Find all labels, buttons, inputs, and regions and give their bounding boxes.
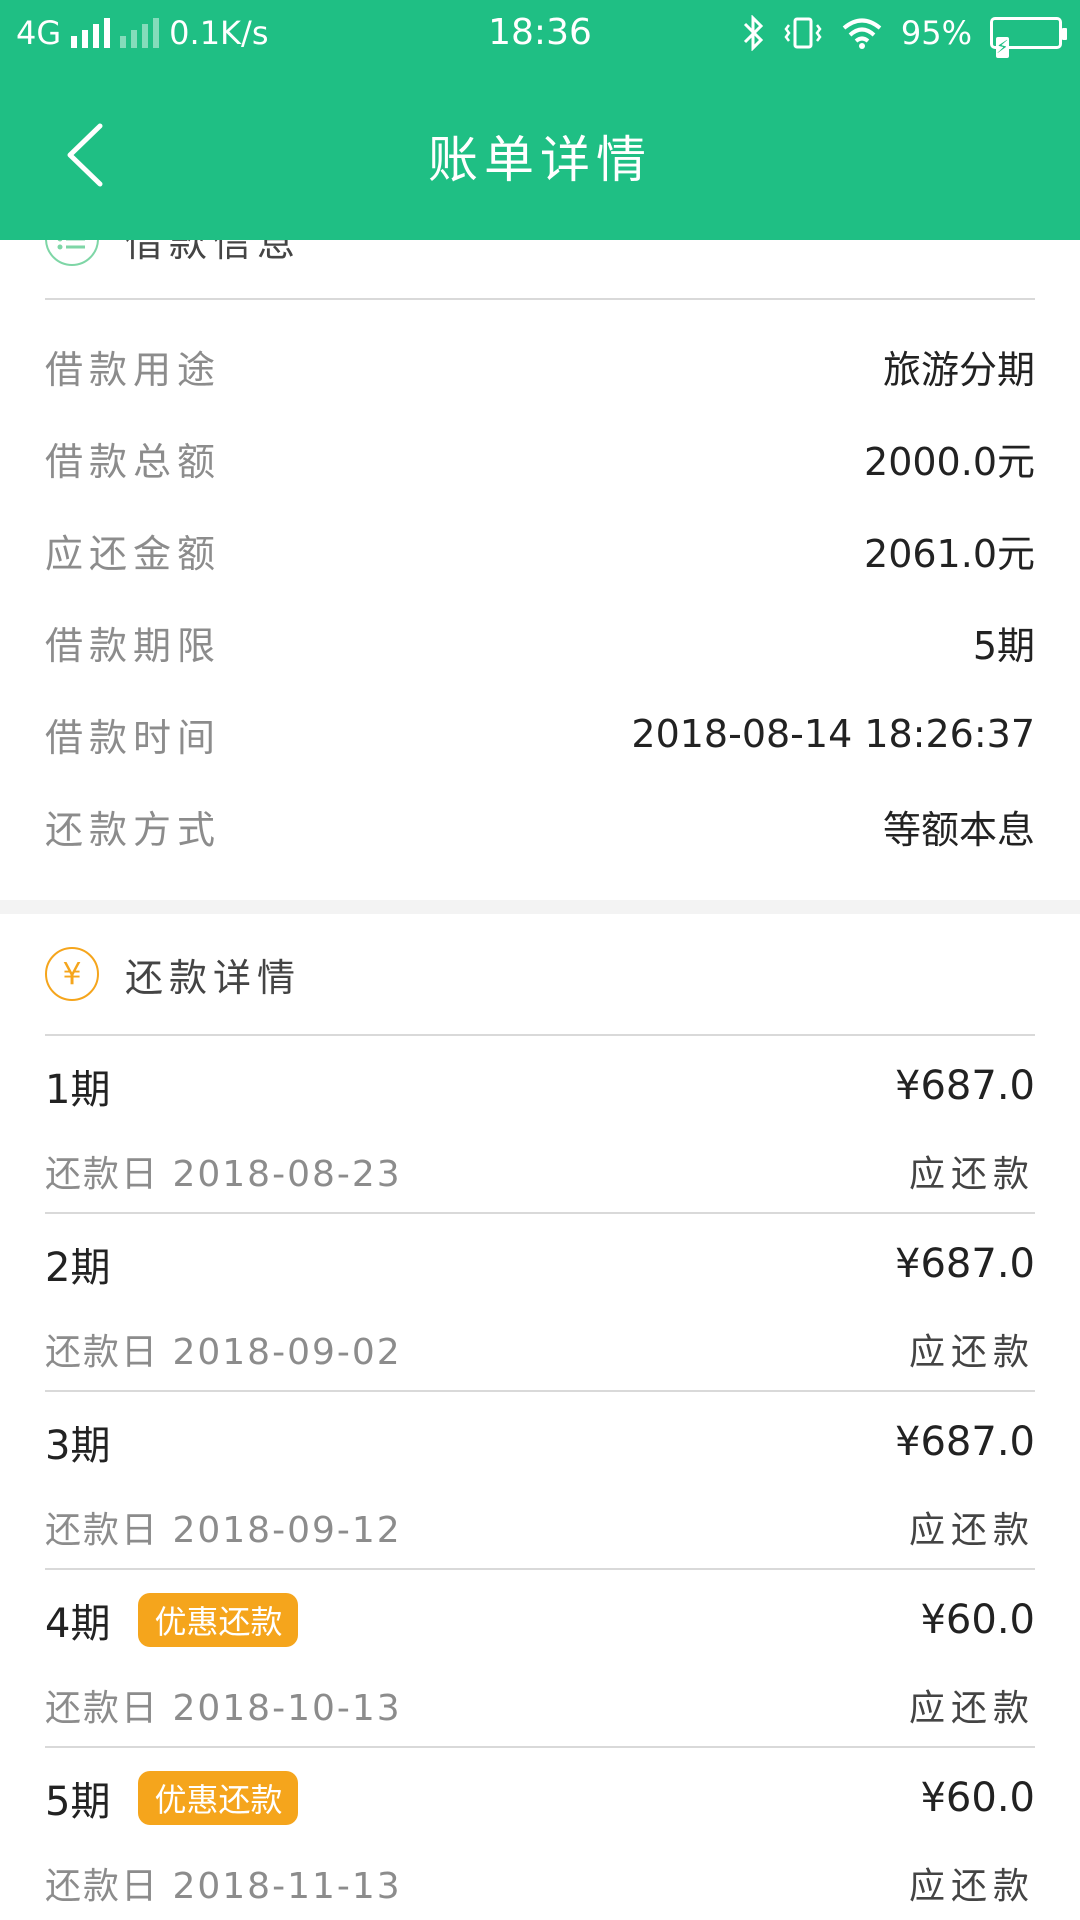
info-row-time: 借款时间 2018-08-14 18:26:37 (45, 688, 1035, 780)
info-label: 还款方式 (45, 807, 222, 852)
vibrate-icon (784, 17, 822, 49)
yen-icon: ¥ (45, 947, 99, 1001)
term-status: 应还款 (908, 1866, 1035, 1907)
term-date: 还款日 2018-11-13 (45, 1866, 402, 1907)
list-icon (45, 240, 99, 266)
info-value: 2018-08-14 18:26:37 (631, 712, 1035, 756)
info-label: 借款期限 (45, 623, 222, 668)
info-value: 2061.0元 (864, 531, 1035, 576)
loan-info-title: 借款信息 (125, 240, 302, 265)
term-item-4[interactable]: 4期 优惠还款 ¥60.0 还款日 2018-10-13 应还款 (45, 1568, 1035, 1746)
term-item-3[interactable]: 3期 ¥687.0 还款日 2018-09-12 应还款 (45, 1390, 1035, 1568)
term-name: 2期 (45, 1245, 111, 1291)
term-amount: ¥687.0 (895, 1063, 1035, 1109)
promo-badge: 优惠还款 (138, 1593, 299, 1647)
app-header: 4G 0.1K/s 18:36 95% ⚡ 账单详情 (0, 0, 1080, 240)
term-status: 应还款 (908, 1510, 1035, 1551)
term-date: 还款日 2018-10-13 (45, 1688, 402, 1729)
term-status: 应还款 (908, 1332, 1035, 1373)
term-item-5[interactable]: 5期 优惠还款 ¥60.0 还款日 2018-11-13 应还款 (45, 1746, 1035, 1920)
scroll-content[interactable]: 借款信息 借款用途 旅游分期 借款总额 2000.0元 应还金额 2061.0元… (0, 240, 1080, 1920)
info-label: 借款总额 (45, 439, 222, 484)
loan-info-section: 借款信息 借款用途 旅游分期 借款总额 2000.0元 应还金额 2061.0元… (0, 240, 1080, 872)
battery-icon: ⚡ (990, 17, 1067, 58)
info-row-due-amount: 应还金额 2061.0元 (45, 504, 1035, 596)
promo-badge: 优惠还款 (138, 1771, 299, 1825)
info-label: 借款时间 (45, 715, 222, 760)
term-item-1[interactable]: 1期 ¥687.0 还款日 2018-08-23 应还款 (45, 1034, 1035, 1212)
term-name: 3期 (45, 1423, 111, 1469)
term-date: 还款日 2018-08-23 (45, 1154, 402, 1195)
info-row-term: 借款期限 5期 (45, 596, 1035, 688)
info-row-total: 借款总额 2000.0元 (45, 412, 1035, 504)
info-value: 等额本息 (882, 807, 1035, 852)
status-right: 95% ⚡ (741, 14, 1067, 58)
info-value: 5期 (972, 623, 1035, 668)
term-amount: ¥60.0 (920, 1597, 1035, 1643)
info-row-purpose: 借款用途 旅游分期 (45, 320, 1035, 412)
term-amount: ¥687.0 (895, 1419, 1035, 1465)
info-row-method: 还款方式 等额本息 (45, 780, 1035, 872)
nav-bar: 账单详情 (0, 70, 1080, 240)
page-title: 账单详情 (428, 131, 652, 189)
term-name: 4期 优惠还款 (45, 1591, 299, 1649)
bluetooth-icon (743, 15, 763, 51)
status-bar: 4G 0.1K/s 18:36 95% ⚡ (0, 0, 1080, 70)
term-status: 应还款 (908, 1154, 1035, 1195)
term-name: 5期 优惠还款 (45, 1769, 299, 1827)
battery-percent: 95% (900, 14, 972, 52)
term-item-2[interactable]: 2期 ¥687.0 还款日 2018-09-02 应还款 (45, 1212, 1035, 1390)
info-label: 应还金额 (45, 531, 222, 576)
term-date: 还款日 2018-09-12 (45, 1510, 402, 1551)
info-label: 借款用途 (45, 347, 222, 392)
term-name: 1期 (45, 1067, 111, 1113)
term-amount: ¥687.0 (895, 1241, 1035, 1287)
section-divider (0, 900, 1080, 914)
term-date: 还款日 2018-09-02 (45, 1332, 402, 1373)
loan-info-header: 借款信息 (45, 240, 1035, 300)
repay-title: 还款详情 (125, 955, 302, 1000)
term-status: 应还款 (908, 1688, 1035, 1729)
term-amount: ¥60.0 (920, 1775, 1035, 1821)
info-value: 旅游分期 (882, 347, 1035, 392)
repay-section: ¥ 还款详情 1期 ¥687.0 还款日 2018-08-23 应还款 2期 ¥… (0, 914, 1080, 1920)
info-value: 2000.0元 (864, 439, 1035, 484)
wifi-icon (842, 18, 882, 49)
repay-header: ¥ 还款详情 (45, 914, 1035, 1034)
